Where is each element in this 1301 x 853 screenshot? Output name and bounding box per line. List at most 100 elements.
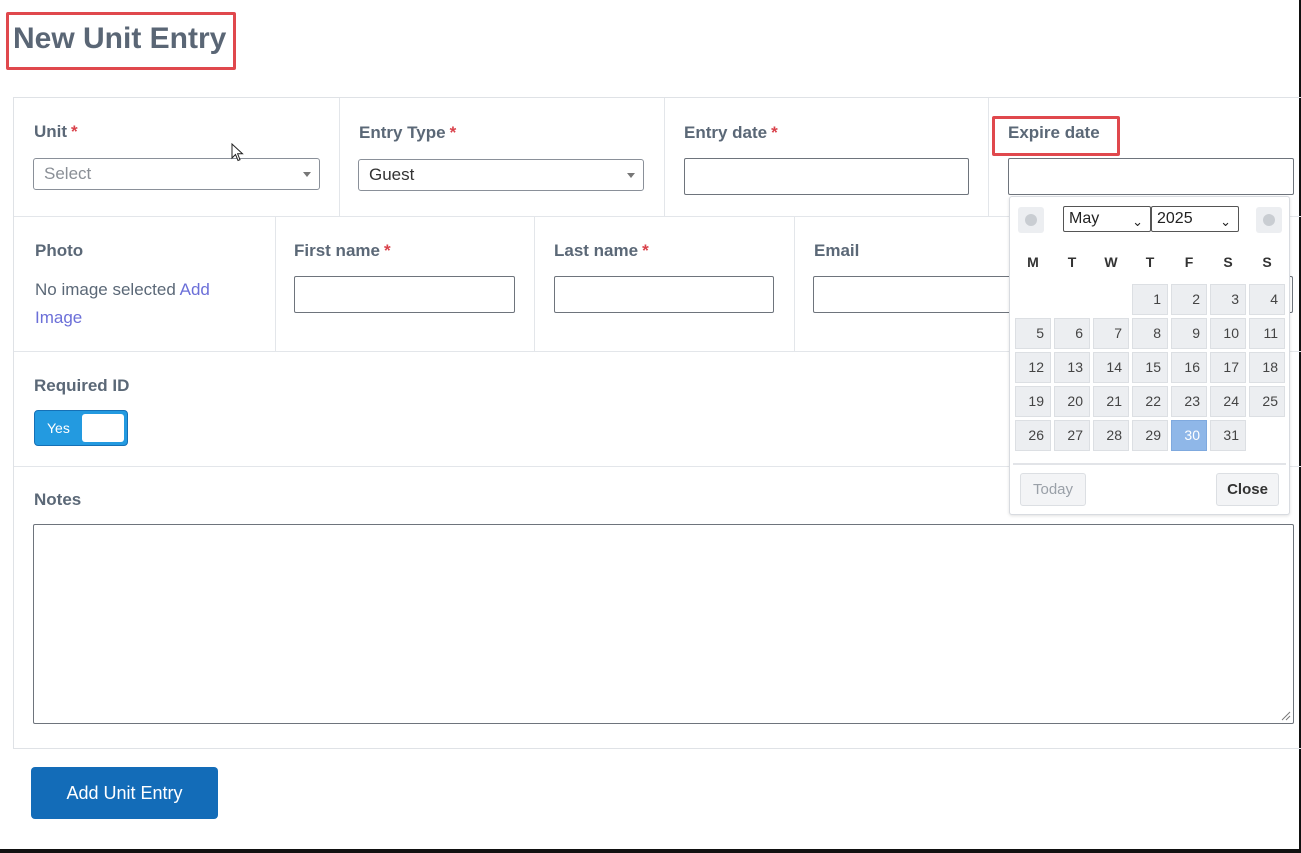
required-mark: *: [383, 241, 391, 260]
calendar-day[interactable]: 10: [1210, 318, 1246, 349]
entry-type-label-text: Entry Type: [359, 123, 446, 142]
weekday-header: M: [1027, 254, 1039, 270]
entry-date-input[interactable]: [684, 158, 969, 195]
email-label: Email: [814, 241, 860, 260]
calendar-day[interactable]: 24: [1210, 386, 1246, 417]
month-select[interactable]: May ⌄: [1063, 206, 1151, 232]
first-name-label-text: First name: [294, 241, 380, 260]
calendar-day[interactable]: 19: [1015, 386, 1051, 417]
add-image-link[interactable]: Add: [180, 280, 210, 299]
caret-down-icon: [627, 173, 635, 178]
calendar-day[interactable]: 31: [1210, 420, 1246, 451]
calendar-day[interactable]: 28: [1093, 420, 1129, 451]
prev-month-button[interactable]: [1018, 207, 1044, 233]
calendar-day[interactable]: 25: [1249, 386, 1285, 417]
title-highlight-box: [6, 12, 236, 70]
calendar-day[interactable]: 5: [1015, 318, 1051, 349]
toggle-label: Yes: [47, 420, 70, 436]
divider: [534, 217, 535, 351]
add-image-link-continued[interactable]: Image: [35, 308, 82, 327]
calendar-day[interactable]: 17: [1210, 352, 1246, 383]
photo-label: Photo: [35, 241, 84, 260]
notes-textarea[interactable]: [33, 524, 1294, 724]
toggle-knob: [82, 414, 124, 442]
entry-type-select-value: Guest: [369, 165, 415, 184]
divider: [664, 98, 665, 216]
add-unit-entry-button[interactable]: Add Unit Entry: [31, 767, 218, 819]
first-name-input[interactable]: [294, 276, 515, 313]
month-select-value: May: [1069, 210, 1100, 227]
chevron-down-icon: ⌄: [1132, 214, 1143, 229]
caret-down-icon: [303, 172, 311, 177]
expire-date-input[interactable]: [1008, 158, 1294, 195]
divider: [275, 217, 276, 351]
entry-date-label: Entry date *: [684, 123, 778, 143]
weekday-header: W: [1104, 254, 1118, 270]
weekday-header: F: [1184, 254, 1194, 270]
weekday-header: S: [1223, 254, 1233, 270]
calendar-day[interactable]: 11: [1249, 318, 1285, 349]
required-mark: *: [642, 241, 649, 260]
resize-grip-icon[interactable]: [1281, 711, 1291, 721]
entry-type-select[interactable]: Guest: [358, 159, 644, 191]
unit-select-value: Select: [44, 164, 92, 183]
calendar-day[interactable]: 15: [1132, 352, 1168, 383]
calendar-day[interactable]: 8: [1132, 318, 1168, 349]
year-select-value: 2025: [1157, 210, 1193, 227]
required-mark: *: [771, 123, 778, 142]
calendar-day[interactable]: 20: [1054, 386, 1090, 417]
calendar-day[interactable]: 7: [1093, 318, 1129, 349]
unit-label: Unit *: [34, 122, 78, 142]
calendar-day[interactable]: 2: [1171, 284, 1207, 315]
calendar-day[interactable]: 26: [1015, 420, 1051, 451]
divider: [988, 98, 989, 216]
today-button[interactable]: Today: [1020, 473, 1086, 506]
expire-date-datepicker: May ⌄ 2025 ⌄ M T W T F S S 1 2 3 4 5 6 7 8 9 10 11 12 13 14 15 1…: [1009, 196, 1290, 515]
calendar-day[interactable]: 18: [1249, 352, 1285, 383]
calendar-day[interactable]: 9: [1171, 318, 1207, 349]
chevron-down-icon: ⌄: [1220, 214, 1231, 229]
required-id-toggle[interactable]: Yes: [34, 410, 128, 446]
calendar-day[interactable]: 3: [1210, 284, 1246, 315]
calendar-day[interactable]: 13: [1054, 352, 1090, 383]
close-button[interactable]: Close: [1216, 473, 1279, 506]
required-mark: *: [449, 123, 457, 142]
calendar-day[interactable]: 14: [1093, 352, 1129, 383]
unit-select[interactable]: Select: [33, 158, 320, 190]
unit-label-text: Unit: [34, 122, 68, 141]
last-name-label-text: Last name: [554, 241, 639, 260]
notes-label: Notes: [34, 490, 82, 509]
entry-type-label: Entry Type *: [359, 123, 456, 143]
calendar-day[interactable]: 27: [1054, 420, 1090, 451]
last-name-input[interactable]: [554, 276, 774, 313]
prev-arrow-icon: [1025, 214, 1037, 226]
calendar-day[interactable]: 1: [1132, 284, 1168, 315]
next-month-button[interactable]: [1256, 207, 1282, 233]
window-edge-bottom: [0, 849, 1301, 853]
photo-status-text: No image selected: [35, 280, 176, 299]
photo-status: No image selected Add Image: [35, 276, 265, 332]
required-mark: *: [71, 122, 78, 141]
calendar-day[interactable]: 4: [1249, 284, 1285, 315]
mouse-pointer-icon: [231, 143, 244, 162]
first-name-label: First name *: [294, 241, 391, 261]
calendar-day[interactable]: 16: [1171, 352, 1207, 383]
weekday-header: T: [1145, 254, 1155, 270]
divider: [794, 217, 795, 351]
calendar-day[interactable]: 6: [1054, 318, 1090, 349]
entry-date-label-text: Entry date: [684, 123, 768, 142]
datepicker-divider: [1013, 463, 1286, 465]
calendar-day-selected[interactable]: 30: [1171, 420, 1207, 451]
year-select[interactable]: 2025 ⌄: [1151, 206, 1239, 232]
last-name-label: Last name *: [554, 241, 649, 261]
divider: [339, 98, 340, 216]
weekday-header: S: [1262, 254, 1272, 270]
calendar-day[interactable]: 23: [1171, 386, 1207, 417]
calendar-day[interactable]: 29: [1132, 420, 1168, 451]
calendar-day[interactable]: 21: [1093, 386, 1129, 417]
weekday-header: T: [1067, 254, 1077, 270]
calendar-day[interactable]: 22: [1132, 386, 1168, 417]
next-arrow-icon: [1263, 214, 1275, 226]
expire-date-highlight-box: [992, 116, 1120, 156]
calendar-day[interactable]: 12: [1015, 352, 1051, 383]
